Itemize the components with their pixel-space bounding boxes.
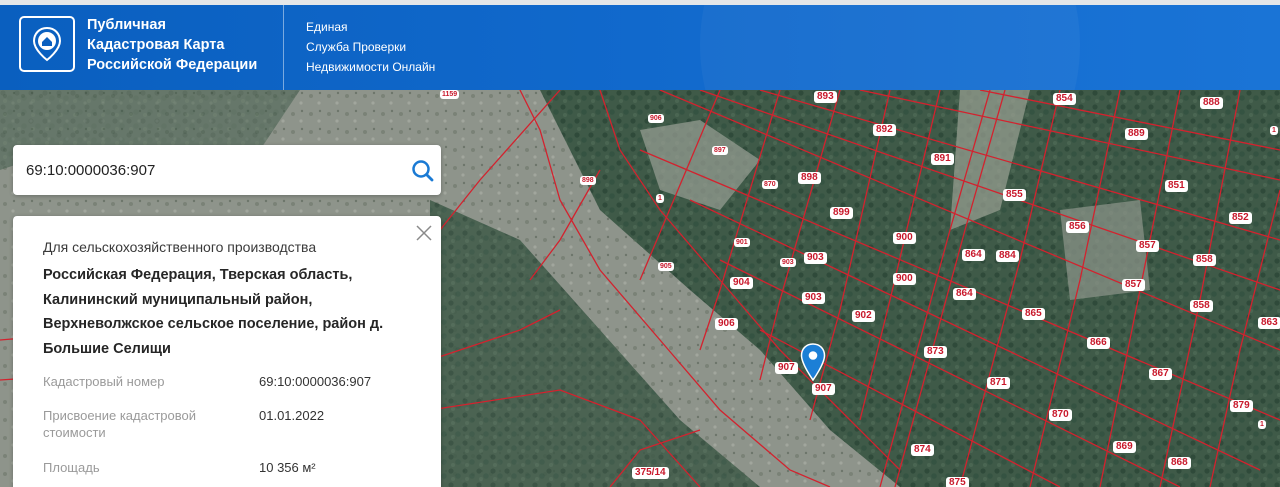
service-title-line: Недвижимости Онлайн: [306, 60, 436, 74]
plot-label[interactable]: 903: [780, 258, 796, 267]
plot-label[interactable]: 905: [658, 262, 674, 271]
plot-label[interactable]: 875: [946, 477, 969, 487]
plot-label[interactable]: 904: [730, 277, 753, 289]
plot-label[interactable]: 900: [893, 273, 916, 285]
header-divider: [283, 5, 284, 90]
search-icon[interactable]: [409, 157, 437, 185]
plot-label[interactable]: 897: [712, 146, 728, 155]
plot-label[interactable]: 1: [1258, 420, 1266, 429]
cadastral-number-value: 69:10:0000036:907: [259, 374, 372, 389]
plot-label[interactable]: 902: [852, 310, 875, 322]
house-pin-icon: [32, 26, 62, 62]
plot-label[interactable]: 906: [648, 114, 664, 123]
search-box: [13, 145, 441, 195]
plot-label[interactable]: 889: [1125, 128, 1148, 140]
plot-label[interactable]: 892: [873, 124, 896, 136]
plot-label[interactable]: 874: [911, 444, 934, 456]
plot-label-selected[interactable]: 907: [812, 383, 835, 395]
service-title-line: Единая: [306, 20, 348, 34]
close-icon[interactable]: [415, 224, 433, 242]
plot-label[interactable]: 857: [1136, 240, 1159, 252]
area-value: 10 356 м²: [259, 460, 316, 475]
plot-label[interactable]: 899: [830, 207, 853, 219]
cadastral-number-label: Кадастровый номер: [43, 374, 165, 389]
plot-label[interactable]: 1: [1270, 126, 1278, 135]
plot-label[interactable]: 854: [1053, 93, 1076, 105]
plot-label[interactable]: 858: [1193, 254, 1216, 266]
plot-label[interactable]: 1: [656, 194, 664, 203]
map-pin-icon[interactable]: [800, 343, 826, 381]
plot-label[interactable]: 898: [580, 176, 596, 185]
plot-label[interactable]: 898: [798, 172, 821, 184]
plot-label[interactable]: 873: [924, 346, 947, 358]
area-label: Площадь: [43, 460, 100, 475]
site-title-line: Российской Федерации: [87, 57, 258, 73]
site-header: Публичная Кадастровая Карта Российской Ф…: [0, 5, 1280, 90]
parcel-info-card: Для сельскохозяйственного производства Р…: [13, 216, 441, 487]
valuation-date-label: Присвоение кадастровой стоимости: [43, 408, 197, 440]
plot-label[interactable]: 900: [893, 232, 916, 244]
plot-label[interactable]: 868: [1168, 457, 1191, 469]
plot-label[interactable]: 869: [1113, 441, 1136, 453]
address-line: Большие Селищи: [43, 340, 171, 357]
plot-label[interactable]: 856: [1066, 221, 1089, 233]
plot-label[interactable]: 891: [931, 153, 954, 165]
search-input[interactable]: [13, 145, 393, 195]
plot-label[interactable]: 855: [1003, 189, 1026, 201]
plot-label[interactable]: 851: [1165, 180, 1188, 192]
address-line: Российская Федерация, Тверская область,: [43, 267, 353, 283]
plot-label[interactable]: 901: [734, 238, 750, 247]
plot-label[interactable]: 907: [775, 362, 798, 374]
plot-label[interactable]: 863: [1258, 317, 1280, 329]
plot-label[interactable]: 879: [1230, 400, 1253, 412]
plot-label[interactable]: 903: [804, 252, 827, 264]
address-line: Калининский муниципальный район,: [43, 291, 313, 308]
plot-label[interactable]: 870: [762, 180, 778, 189]
service-title[interactable]: Единая Служба Проверки Недвижимости Онла…: [306, 17, 435, 77]
plot-label[interactable]: 893: [814, 91, 837, 103]
plot-label[interactable]: 870: [1049, 409, 1072, 421]
site-title-line: Публичная: [87, 17, 166, 33]
plot-label[interactable]: 866: [1087, 337, 1110, 349]
plot-label[interactable]: 884: [996, 250, 1019, 262]
address-line: Верхневолжское сельское поселение, район…: [43, 316, 384, 332]
plot-label[interactable]: 865: [1022, 308, 1045, 320]
service-title-line: Служба Проверки: [306, 40, 407, 54]
plot-label[interactable]: 858: [1190, 300, 1213, 312]
logo[interactable]: [19, 16, 75, 72]
site-title[interactable]: Публичная Кадастровая Карта Российской Ф…: [87, 15, 277, 75]
valuation-date-value: 01.01.2022: [259, 408, 325, 423]
plot-label[interactable]: 1159: [440, 90, 460, 99]
plot-label[interactable]: 888: [1200, 97, 1223, 109]
site-title-line: Кадастровая Карта: [87, 37, 225, 53]
plot-label[interactable]: 906: [715, 318, 738, 330]
plot-label[interactable]: 857: [1122, 279, 1145, 291]
plot-label[interactable]: 852: [1229, 212, 1252, 224]
plot-label[interactable]: 867: [1149, 368, 1172, 380]
plot-label[interactable]: 864: [962, 249, 985, 261]
plot-label[interactable]: 903: [802, 292, 825, 304]
land-purpose: Для сельскохозяйственного производства: [43, 239, 317, 255]
plot-label[interactable]: 871: [987, 377, 1010, 389]
plot-label[interactable]: 375/14: [632, 467, 669, 479]
plot-label[interactable]: 864: [953, 288, 976, 300]
parcel-address: Российская Федерация, Тверская область, …: [43, 263, 413, 361]
